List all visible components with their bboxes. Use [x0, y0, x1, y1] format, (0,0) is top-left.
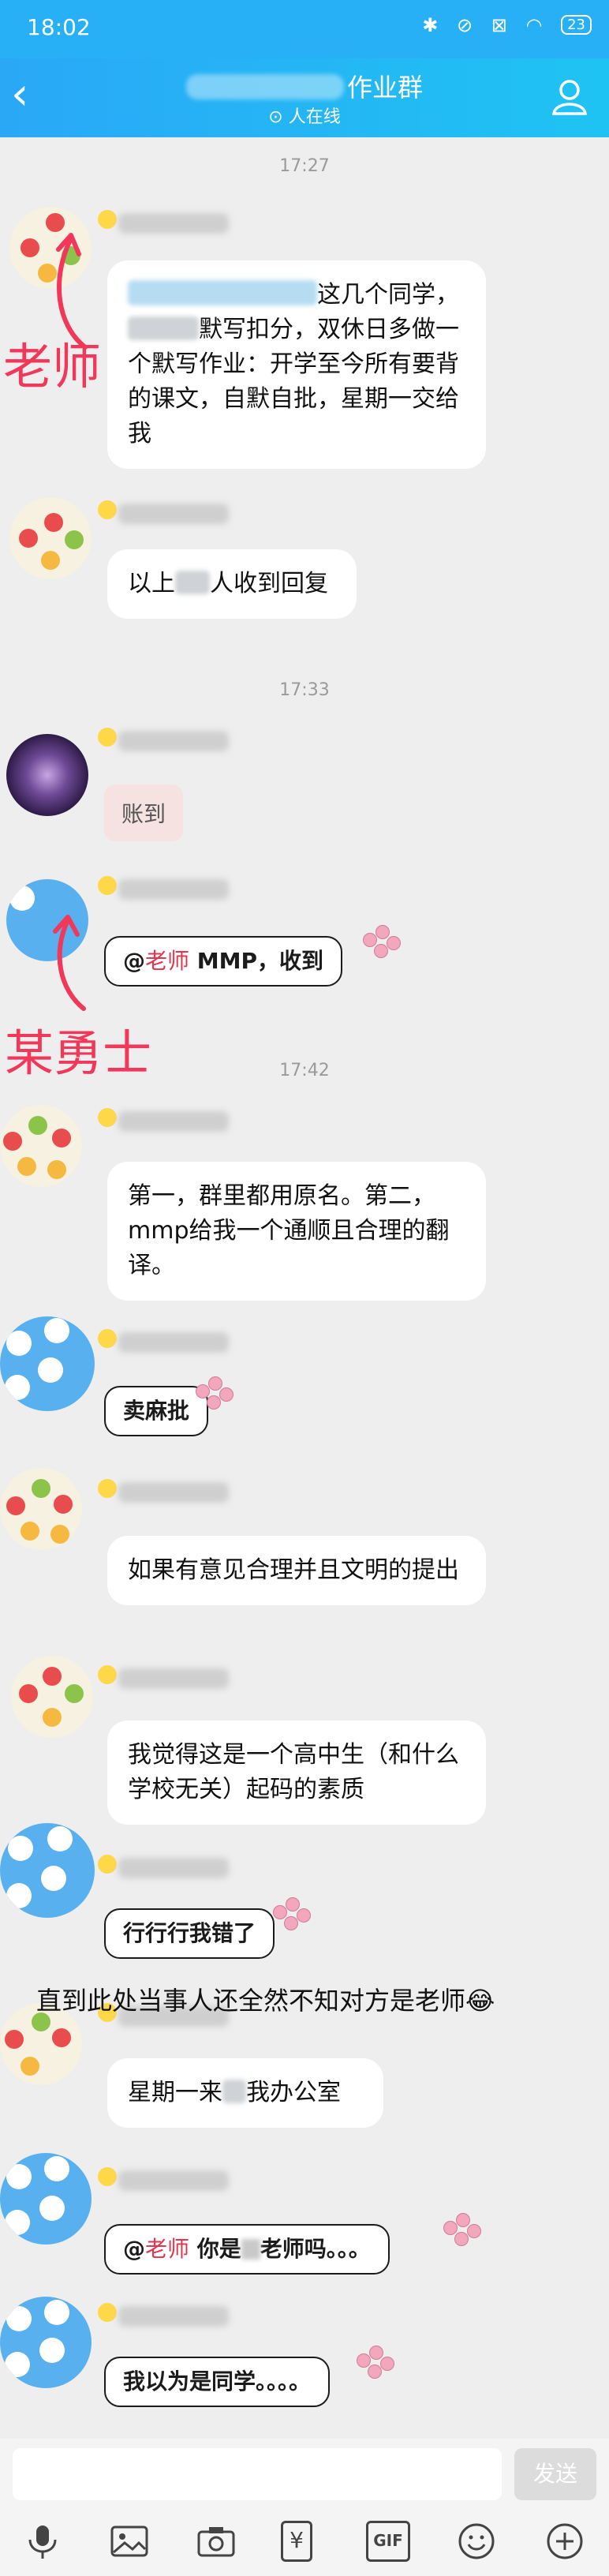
message-text: 人收到回复: [210, 570, 328, 597]
flower-sticker-icon: [439, 2210, 484, 2248]
redacted-text: [128, 316, 199, 340]
input-toolbar: ¥ GIF: [0, 2507, 609, 2576]
message-bubble[interactable]: 我以为是同学。。。。: [104, 2357, 331, 2407]
status-icons: ✱ ⊘ ⊠ ◠ 23: [422, 14, 592, 36]
sender-name: [98, 210, 240, 235]
message-text: 我办公室: [246, 2079, 341, 2106]
message-bubble[interactable]: 账到: [104, 784, 184, 841]
redacted-group-name: [185, 74, 344, 99]
message-text: 这几个同学，: [317, 281, 459, 309]
message-text: 行行行我错了: [123, 1920, 256, 1946]
message-bubble[interactable]: @老师 你是 老师吗。。。: [104, 2224, 390, 2275]
message-text: 卖麻批: [123, 1398, 190, 1424]
input-bar: 发送: [0, 2439, 609, 2507]
sender-name: [98, 728, 240, 753]
message-text: MMP，收到: [196, 948, 324, 974]
mic-icon[interactable]: [22, 2521, 63, 2562]
avatar[interactable]: [11, 1656, 93, 1738]
avatar[interactable]: [0, 1468, 82, 1550]
send-button[interactable]: 发送: [514, 2448, 596, 2500]
redacted-text: [241, 2239, 260, 2260]
gif-label: GIF: [373, 2531, 403, 2550]
message-text: 我觉得这是一个高中生（和什么学校无关）起码的素质: [128, 1741, 459, 1803]
avatar[interactable]: [0, 2153, 92, 2245]
message-text: 我以为是同学。。。。: [123, 2368, 312, 2394]
battery-icon: 23: [561, 15, 592, 35]
flower-sticker-icon: [352, 2342, 398, 2380]
red-packet-symbol: ¥: [290, 2527, 304, 2553]
message-text: 第一，群里都用原名。第二，mmp给我一个通顺且合理的翻译。: [128, 1182, 450, 1279]
avatar[interactable]: [0, 1105, 82, 1187]
sender-name: [98, 1329, 240, 1354]
message-bubble[interactable]: 如果有意见合理并且文明的提出: [107, 1536, 486, 1605]
mention-name: 老师: [145, 948, 190, 974]
group-members-icon[interactable]: [547, 74, 592, 118]
sender-name: [98, 1855, 240, 1880]
message-bubble[interactable]: 这几个同学，默写扣分，双休日多做一个默写作业：开学至今所有要背的课文，自默自批，…: [107, 260, 486, 469]
avatar[interactable]: [9, 497, 92, 579]
status-icon-glyphs: ✱ ⊘ ⊠ ◠: [422, 14, 549, 36]
sender-name: [98, 500, 240, 526]
message-text: @: [123, 948, 145, 974]
status-bar: 18:02 ✱ ⊘ ⊠ ◠ 23: [0, 0, 609, 58]
red-packet-icon[interactable]: ¥: [281, 2521, 312, 2562]
redacted-text: [222, 2080, 246, 2103]
message-bubble[interactable]: 我觉得这是一个高中生（和什么学校无关）起码的素质: [107, 1720, 486, 1825]
mention-name: 老师: [145, 2236, 190, 2262]
message-text: 如果有意见合理并且文明的提出: [128, 1556, 459, 1584]
plus-icon[interactable]: [544, 2521, 585, 2562]
message-text: 账到: [121, 801, 166, 827]
annotation-warrior: 某勇士: [5, 1024, 152, 1082]
image-icon[interactable]: [109, 2521, 150, 2562]
camera-icon[interactable]: [196, 2521, 237, 2562]
annotation-arrow-warrior: [53, 915, 86, 1011]
gif-icon[interactable]: GIF: [366, 2521, 410, 2562]
avatar[interactable]: [6, 734, 88, 816]
message-bubble[interactable]: 第一，群里都用原名。第二，mmp给我一个通顺且合理的翻译。: [107, 1162, 486, 1301]
sender-name: [98, 876, 240, 901]
sender-name: [98, 1479, 240, 1504]
flower-sticker-icon: [268, 1894, 314, 1932]
timestamp: 17:33: [279, 680, 330, 700]
chat-header: ‹ 作业群 ⊙ 人在线: [0, 58, 609, 137]
message-list[interactable]: 17:27 这几个同学，默写扣分，双休日多做一个默写作业：开学至今所有要背的课文…: [0, 137, 609, 2439]
sender-name: [98, 2167, 240, 2192]
message-bubble[interactable]: 星期一来 我办公室: [107, 2058, 383, 2128]
message-text: 以上: [128, 570, 175, 597]
message-text: 老师吗。。。: [260, 2236, 371, 2262]
message-text: @: [123, 2236, 145, 2262]
emoji-icon[interactable]: [456, 2521, 497, 2562]
flower-sticker-icon: [358, 922, 404, 960]
online-count: ⊙ 人在线: [268, 107, 341, 127]
sender-name: [98, 1108, 240, 1133]
status-time: 18:02: [27, 14, 91, 40]
annotation-note: 直到此处当事人还全然不知对方是老师😂: [36, 1986, 495, 2016]
sender-name: [98, 2303, 240, 2328]
avatar[interactable]: [0, 1823, 95, 1918]
flower-sticker-icon: [191, 1373, 237, 1411]
timestamp: 17:27: [279, 156, 330, 176]
message-input[interactable]: [13, 2448, 502, 2500]
annotation-teacher: 老师: [3, 338, 102, 395]
message-text: 你是: [196, 2236, 241, 2262]
redacted-text: [175, 571, 210, 594]
message-bubble[interactable]: 行行行我错了: [104, 1908, 275, 1959]
redacted-names: [128, 280, 317, 305]
message-bubble[interactable]: @老师 MMP，收到: [104, 936, 343, 987]
message-text: 星期一来: [128, 2079, 222, 2106]
message-bubble[interactable]: 以上 人收到回复: [107, 549, 357, 619]
online-count-text: 人在线: [288, 107, 341, 127]
sender-name: [98, 1665, 240, 1690]
group-title: 作业群: [0, 68, 609, 104]
avatar[interactable]: [0, 1316, 95, 1411]
avatar[interactable]: [0, 2297, 92, 2388]
group-title-text: 作业群: [346, 73, 423, 103]
